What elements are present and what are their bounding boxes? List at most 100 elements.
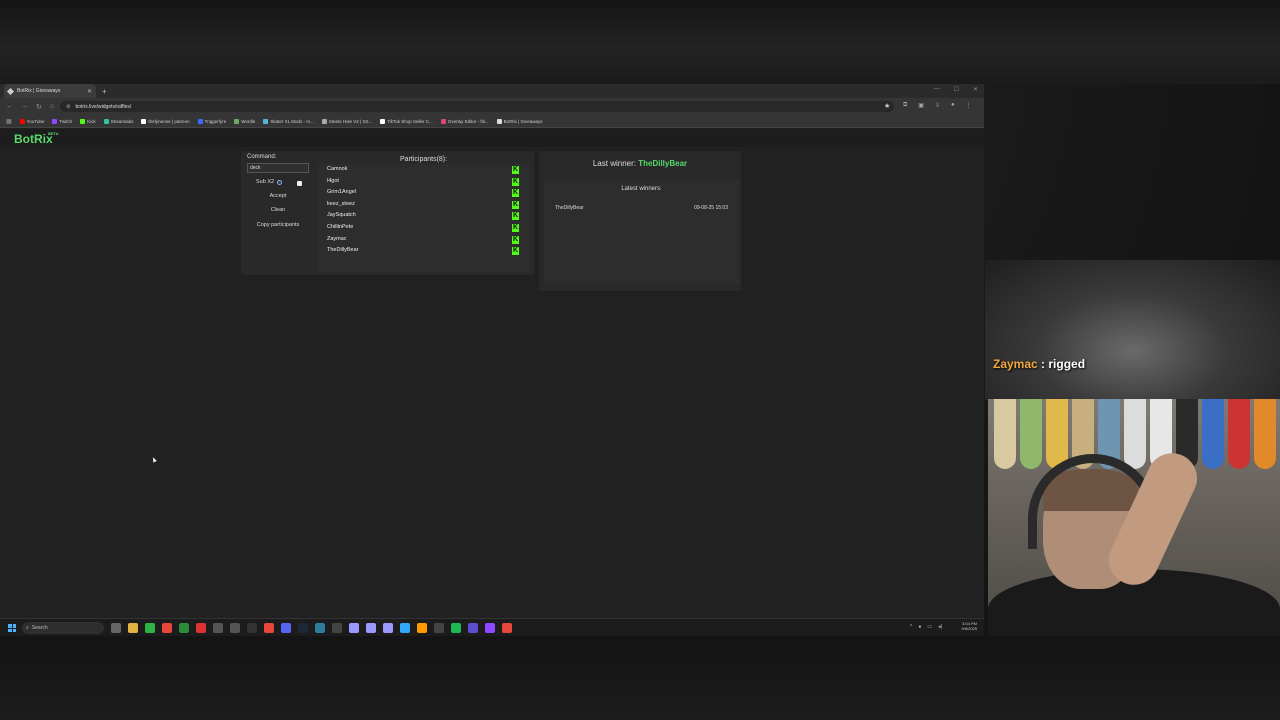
bookmark-twitch[interactable]: Twitch: [52, 118, 72, 124]
app-icon[interactable]: [434, 623, 444, 633]
app-icon[interactable]: [485, 623, 495, 633]
bookmark-streamlabs[interactable]: Streamlabs: [103, 118, 133, 124]
xbox-icon[interactable]: [179, 623, 189, 633]
command-input[interactable]: [247, 163, 309, 173]
close-tab-icon[interactable]: ✕: [87, 88, 92, 95]
list-item: Zaymac: [327, 236, 347, 242]
bookmark-patreon[interactable]: thefyneone | patreon: [141, 118, 190, 124]
kick-icon: K: [512, 236, 519, 244]
skateboard-deck: [1228, 399, 1250, 469]
illustrator-icon[interactable]: [417, 623, 427, 633]
browser-window: BotRix | Giveaways ✕ + — ☐ ✕ ← → ↻ ⌂ ⚙ b…: [0, 84, 984, 636]
minimize-icon[interactable]: —: [934, 86, 940, 93]
taskbar-search[interactable]: ⌕ Search: [22, 622, 104, 634]
volume-icon[interactable]: ◂): [938, 624, 942, 630]
home-icon[interactable]: ⌂: [50, 103, 54, 110]
chat-message: Zaymac : rigged: [993, 357, 1085, 371]
steam-icon[interactable]: [298, 623, 308, 633]
chrome-active-icon[interactable]: [502, 623, 512, 633]
app-icon[interactable]: [145, 623, 155, 633]
list-item: ChillinPete: [327, 224, 354, 230]
url-bar[interactable]: ⚙ botrix.live/widgets/raffles/: [60, 101, 894, 112]
task-view-icon[interactable]: [111, 623, 121, 633]
list-item: l4got: [327, 178, 339, 184]
skater-xl-icon: [263, 118, 269, 124]
sub-x2-label: Sub X2: [256, 179, 275, 185]
patreon-icon: [141, 118, 147, 124]
site-info-icon[interactable]: ⚙: [66, 104, 70, 110]
kick-icon: K: [512, 201, 519, 209]
winners-panel: Last winner: TheDillyBear Latest winners…: [539, 151, 741, 291]
new-tab-button[interactable]: +: [102, 87, 107, 96]
youtube-icon: [19, 118, 25, 124]
bookmark-kick[interactable]: Kick: [80, 118, 96, 124]
bookmark-steelo-hole[interactable]: Steelo Hole V2 | SS...: [321, 118, 372, 124]
chrome-icon[interactable]: [162, 623, 172, 633]
network-icon[interactable]: ▭: [927, 624, 932, 630]
botrix-favicon-icon: [6, 87, 15, 95]
app-icon[interactable]: [196, 623, 206, 633]
profile-avatar-icon[interactable]: ●: [951, 102, 955, 109]
media-encoder-icon[interactable]: [383, 623, 393, 633]
taskbar-clock[interactable]: 3:04 PM 9/8/2025: [955, 621, 977, 631]
download-icon[interactable]: ⇩: [935, 102, 940, 109]
app-icon[interactable]: [468, 623, 478, 633]
info-icon[interactable]: i: [277, 179, 283, 185]
microphone-icon[interactable]: ●: [918, 624, 921, 630]
bookmark-botrix[interactable]: BotRix | Giveaways: [496, 118, 543, 124]
app-icon[interactable]: [247, 623, 257, 633]
tray-chevron-icon[interactable]: ^: [910, 624, 912, 630]
skateboard-deck: [1254, 399, 1276, 469]
discord-icon[interactable]: [281, 623, 291, 633]
skateboard-deck: [994, 399, 1016, 469]
windows-start-icon[interactable]: [8, 624, 16, 632]
forward-icon[interactable]: →: [21, 103, 28, 110]
bookmark-triggerfyre[interactable]: Triggerfyre: [197, 118, 226, 124]
app-icon[interactable]: [230, 623, 240, 633]
app-icon[interactable]: [264, 623, 274, 633]
copy-participants-button[interactable]: Copy participants: [247, 222, 309, 228]
extensions-icon[interactable]: ⧉: [903, 102, 907, 109]
after-effects-icon[interactable]: [366, 623, 376, 633]
list-item: keez_steez: [327, 201, 355, 207]
back-icon[interactable]: ←: [6, 103, 13, 110]
photoshop-icon[interactable]: [400, 623, 410, 633]
bookmark-star-icon[interactable]: ★: [884, 102, 890, 110]
window-controls: — ☐ ✕: [934, 86, 978, 93]
close-window-icon[interactable]: ✕: [973, 86, 978, 93]
clock-date: 9/8/2025: [961, 626, 977, 631]
apps-grid-icon[interactable]: ▦: [6, 118, 12, 125]
app-icon[interactable]: [315, 623, 325, 633]
maximize-icon[interactable]: ☐: [954, 86, 959, 93]
webcam-feed: [988, 399, 1280, 636]
app-header: BotRix BETA: [0, 129, 984, 147]
chat-text: rigged: [1048, 357, 1086, 371]
sidebar-icon[interactable]: ▣: [918, 102, 924, 109]
spotify-icon[interactable]: [451, 623, 461, 633]
reload-icon[interactable]: ↻: [36, 103, 42, 111]
bookmark-youtube[interactable]: YouTube: [19, 118, 44, 124]
accept-button[interactable]: Accept: [247, 193, 309, 199]
extension-icons: ⧉ ▣ ⇩ ● ⋮: [903, 102, 972, 109]
beta-badge: BETA: [48, 131, 59, 136]
clean-button[interactable]: Clean: [247, 207, 309, 213]
obs-icon[interactable]: [213, 623, 223, 633]
bookmark-overlay-editor[interactable]: Overlay Editor - fiti...: [440, 118, 489, 124]
app-icon[interactable]: [332, 623, 342, 633]
browser-tab[interactable]: BotRix | Giveaways ✕: [4, 84, 96, 98]
tab-title: BotRix | Giveaways: [17, 88, 61, 94]
bookmark-tiktok-shop[interactable]: TikTok Shop Seller C...: [380, 118, 433, 124]
kick-icon: K: [512, 189, 519, 197]
bookmark-skater-xl-mods[interactable]: Skater XL Mods - m...: [263, 118, 314, 124]
skateboard-deck: [1124, 399, 1146, 469]
menu-icon[interactable]: ⋮: [966, 102, 972, 109]
bookmark-wordle[interactable]: Wordle: [234, 118, 255, 124]
overlay-editor-icon: [440, 118, 446, 124]
url-text: botrix.live/widgets/raffles/: [75, 103, 132, 110]
list-item: JaySquatch: [327, 212, 356, 218]
sub-x2-checkbox[interactable]: [297, 181, 302, 186]
premiere-icon[interactable]: [349, 623, 359, 633]
botrix-logo[interactable]: BotRix: [14, 132, 53, 146]
kick-icon: K: [512, 247, 519, 255]
file-explorer-icon[interactable]: [128, 623, 138, 633]
